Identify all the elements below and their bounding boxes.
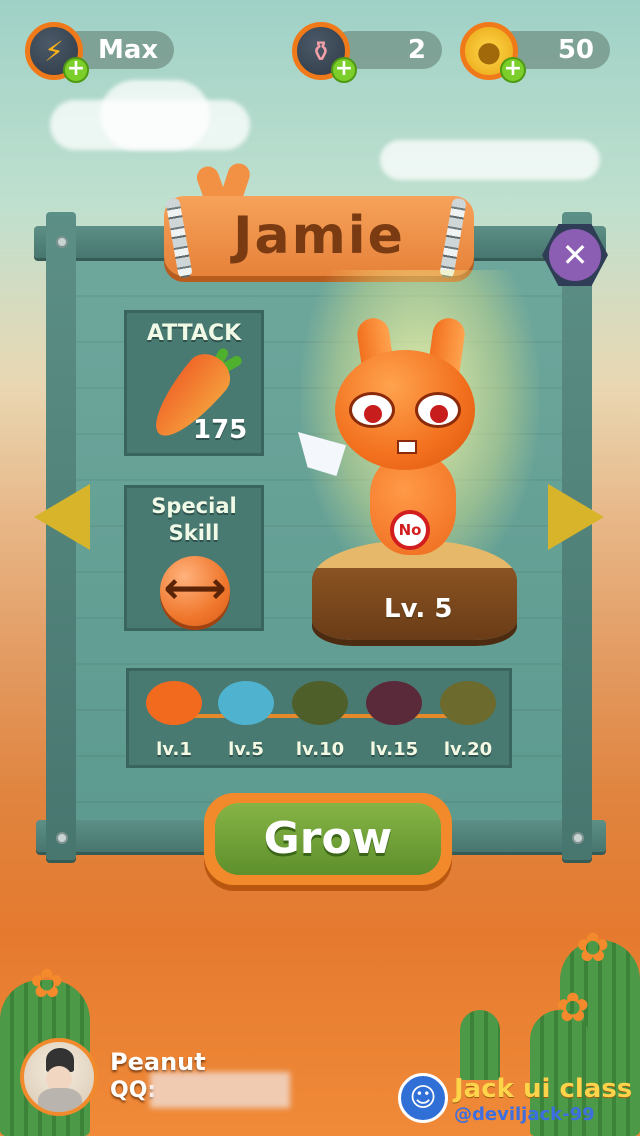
- special-skill-title-line1: Special: [151, 494, 237, 518]
- attack-title: ATTACK: [146, 321, 242, 346]
- evolution-stage[interactable]: lv.15: [363, 681, 425, 760]
- character-name-sign: Jamie: [164, 196, 474, 276]
- bunny-eye: [415, 392, 461, 428]
- tree-stump: [312, 540, 517, 640]
- cactus-flower-icon: ✿: [556, 985, 590, 1031]
- evolution-stage-label: lv.10: [295, 739, 345, 760]
- character-name: Jamie: [233, 206, 405, 266]
- evolution-stage-face: [292, 681, 348, 725]
- evolution-stage-label: lv.1: [156, 739, 192, 760]
- cactus: [460, 1010, 500, 1080]
- evolution-stage[interactable]: lv.1: [143, 681, 205, 760]
- add-potion-button[interactable]: +: [331, 57, 357, 83]
- nail: [56, 236, 68, 248]
- double-arrow-icon[interactable]: ⟷: [160, 556, 230, 626]
- evolution-stage-label: lv.15: [369, 739, 419, 760]
- avatar-scarf: [38, 1088, 82, 1112]
- evolution-strip: lv.1 lv.5 lv.10 lv.15 lv.20: [126, 668, 512, 768]
- bunny-character[interactable]: [335, 350, 475, 470]
- character-level: Lv. 5: [384, 594, 453, 624]
- cloud: [100, 80, 210, 150]
- evolution-stage-face: [440, 681, 496, 725]
- add-energy-button[interactable]: +: [63, 57, 89, 83]
- evolution-stage[interactable]: lv.5: [215, 681, 277, 760]
- add-coins-button[interactable]: +: [500, 57, 526, 83]
- cactus-flower-icon: ✿: [30, 961, 64, 1007]
- avatar[interactable]: [20, 1038, 98, 1116]
- special-skill-title-line2: Skill: [168, 521, 220, 545]
- evolution-stage-face: [366, 681, 422, 725]
- attack-panel: ATTACK 175: [124, 310, 264, 456]
- cactus-flower-icon: ✿: [576, 925, 610, 971]
- coins-value: 50: [557, 35, 594, 65]
- cloud: [380, 140, 600, 180]
- potion-value: 2: [407, 35, 426, 65]
- bunny-teeth: [397, 440, 417, 454]
- no-badge: No: [390, 510, 430, 550]
- attack-value: 175: [193, 415, 248, 445]
- evolution-stage-face: [146, 681, 202, 725]
- grow-button-frame: Grow: [204, 793, 452, 885]
- energy-value: Max: [98, 35, 159, 65]
- bunny-eye: [349, 392, 395, 428]
- watermark-handle: @deviljack-99: [454, 1104, 595, 1125]
- cat-face-logo-icon: ☺: [398, 1073, 448, 1123]
- evolution-stage[interactable]: lv.10: [289, 681, 351, 760]
- watermark-title: Jack ui class: [454, 1074, 633, 1104]
- nail: [572, 832, 584, 844]
- blurred-id: [150, 1072, 290, 1108]
- close-icon: ✕: [549, 229, 601, 281]
- evolution-stage[interactable]: lv.20: [437, 681, 499, 760]
- evolution-stage-label: lv.20: [443, 739, 493, 760]
- special-skill-panel: Special Skill ⟷: [124, 485, 264, 631]
- nail: [56, 832, 68, 844]
- evolution-stage-label: lv.5: [228, 739, 264, 760]
- evolution-stage-face: [218, 681, 274, 725]
- grow-button[interactable]: Grow: [215, 803, 441, 875]
